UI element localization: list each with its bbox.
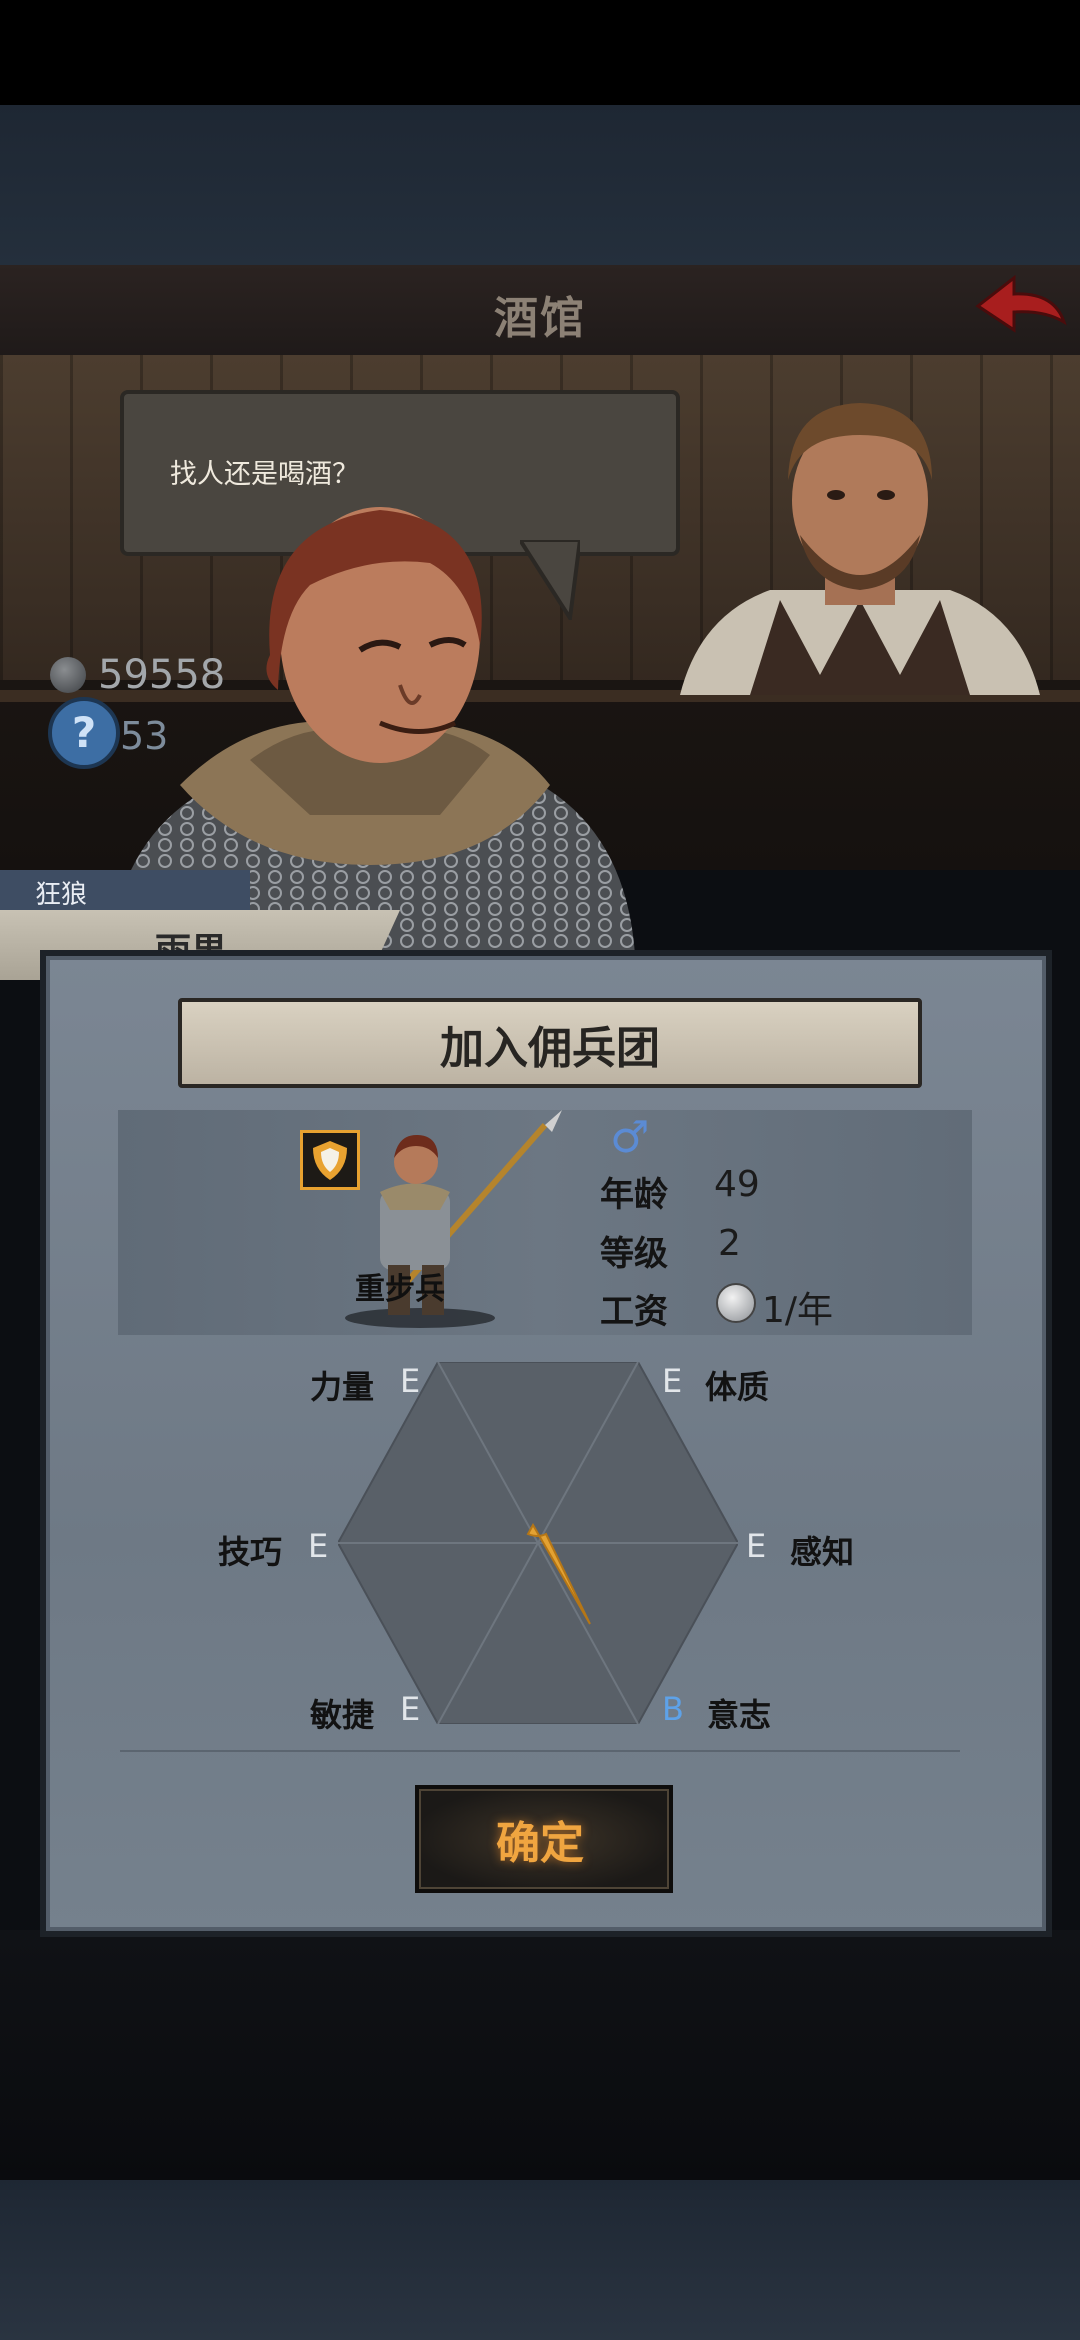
stat-label-age: 年龄: [600, 1175, 668, 1215]
attr-name-skill: 技巧: [218, 1533, 283, 1571]
divider: [120, 1750, 960, 1752]
attr-name-strength: 力量: [310, 1368, 375, 1406]
attr-grade-strength: E: [400, 1362, 421, 1400]
class-badge: [300, 1130, 360, 1190]
mercenary-tag: 狂狼: [35, 880, 88, 910]
confirm-label: 确定: [496, 1818, 584, 1869]
stat-value-level: 2: [718, 1223, 741, 1264]
status-bar-area: [0, 0, 1080, 105]
unit-class: 重步兵: [355, 1272, 445, 1307]
stat-value-wage: 1/年: [762, 1290, 834, 1331]
background-lower: [0, 2180, 1080, 2340]
attr-name-agility: 敏捷: [310, 1696, 375, 1734]
shield-icon: [313, 1141, 347, 1180]
attr-name-constitution: 体质: [705, 1368, 770, 1406]
bartender-portrait: [680, 403, 1040, 695]
coin-icon: [50, 657, 86, 693]
male-icon: ♂: [610, 1112, 650, 1163]
background-dark: [0, 1930, 1080, 2180]
back-button[interactable]: [970, 270, 1070, 350]
attr-grade-skill: E: [308, 1527, 329, 1565]
attribute-hexagon: [338, 1362, 738, 1724]
page-title: 酒馆: [494, 293, 586, 344]
stat-label-wage: 工资: [600, 1292, 668, 1332]
attr-grade-willpower: B: [662, 1690, 684, 1728]
attr-grade-perception: E: [746, 1527, 767, 1565]
attr-name-willpower: 意志: [707, 1696, 772, 1734]
stat-label-level: 等级: [600, 1234, 668, 1274]
background-upper: [0, 105, 1080, 265]
attr-grade-constitution: E: [662, 1362, 683, 1400]
attr-grade-agility: E: [400, 1690, 421, 1728]
silver-coin-icon: [716, 1283, 756, 1323]
back-arrow-icon: [975, 274, 1067, 333]
attr-name-perception: 感知: [790, 1533, 855, 1571]
stat-value-age: 49: [714, 1164, 760, 1205]
panel-title: 加入佣兵团: [440, 1023, 660, 1074]
